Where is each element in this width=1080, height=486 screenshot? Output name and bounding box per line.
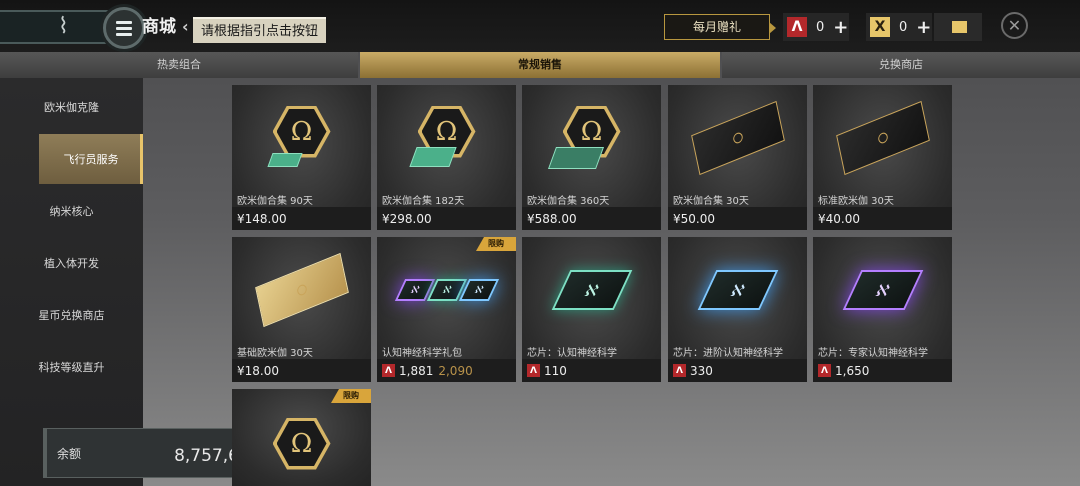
product-art: Ω [232,85,371,190]
product-name: 认知神经科学礼包 [382,348,462,359]
back-chevron-icon[interactable]: ‹ [182,17,189,36]
cash-stack-icon [409,147,457,167]
product-price: ¥18.00 [237,363,279,378]
black-card-icon [690,100,785,175]
product-art: Ω [377,85,516,190]
page-title: 商城 [142,17,176,37]
product-art: ℵ ℵ ℵ [377,237,516,342]
omega-hex-icon: Ω [272,417,331,470]
sidebar-item-nano-core[interactable]: 纳米核心 [0,186,143,236]
currency-red: Λ 0 + [783,13,849,41]
sidebar-item-starcoin-shop[interactable]: 星币兑换商店 [0,290,143,340]
currency-red-icon: Λ [382,364,395,377]
menu-line-icon [116,32,132,36]
product-card[interactable]: 基础欧米伽 30天 ¥18.00 [232,237,371,382]
currency-red-icon: Λ [527,364,540,377]
product-card[interactable]: 标准欧米伽 30天 ¥40.00 [813,85,952,230]
add-currency-gold-button[interactable]: + [916,17,931,38]
product-price: ¥50.00 [673,211,715,226]
product-art [232,237,371,342]
product-name: 芯片：进阶认知神经科学 [673,348,783,359]
tab-regular-sale[interactable]: 常规销售 [360,52,720,78]
monthly-gift-button[interactable]: 每月赠礼 [664,14,776,40]
product-card[interactable]: Ω 欧米伽合集 182天 ¥298.00 [377,85,516,230]
currency-red-icon: Λ [787,17,807,37]
product-name: 标准欧米伽 30天 [818,196,894,207]
balance-label: 余额 [57,446,82,461]
product-card[interactable]: 欧米伽合集 30天 ¥50.00 [668,85,807,230]
menu-line-icon [116,26,132,30]
product-art: ℵ [668,237,807,342]
product-name: 欧米伽合集 182天 [382,196,465,207]
product-card[interactable]: 限购 Ω [232,389,371,486]
product-old-price: 2,090 [438,363,473,378]
tab-hot-bundles[interactable]: 热卖组合 [0,52,358,78]
tab-exchange-shop[interactable]: 兑换商店 [722,52,1080,78]
product-name: 欧米伽合集 360天 [527,196,610,207]
menu-button[interactable] [103,7,145,49]
product-name: 芯片：专家认知神经科学 [818,348,928,359]
cash-icon [267,153,303,167]
ticket-icon [949,21,967,33]
product-name: 欧米伽合集 30天 [673,196,749,207]
product-name: 欧米伽合集 90天 [237,196,313,207]
app-logo: ⌇ [0,10,118,44]
product-name: 芯片：认知神经科学 [527,348,617,359]
product-price: ¥588.00 [527,211,577,226]
product-card[interactable]: ℵ 芯片：专家认知神经科学 Λ 1,650 [813,237,952,382]
product-card[interactable]: ℵ 芯片：进阶认知神经科学 Λ 330 [668,237,807,382]
currency-red-icon: Λ [818,364,831,377]
sidebar-item-pilot-service[interactable]: 飞行员服务 [39,134,143,184]
currency-gold-icon: X [870,17,890,37]
cash-box-icon [547,147,605,169]
black-card-icon [835,100,930,175]
chip-icon: ℵ [842,269,923,310]
product-card[interactable]: Ω 欧米伽合集 360天 ¥588.00 [522,85,661,230]
omega-hex-icon: Ω [272,105,331,158]
product-art: Ω [522,85,661,190]
product-art: ℵ [522,237,661,342]
chip-icon: ℵ [551,269,632,310]
currency-red-icon: Λ [673,364,686,377]
product-card[interactable]: Ω 欧米伽合集 90天 ¥148.00 [232,85,371,230]
product-name: 基础欧米伽 30天 [237,348,313,359]
product-price: ¥40.00 [818,211,860,226]
top-bar: ⌇ 商城 ‹ 请根据指引点击按钮 每月赠礼 Λ 0 + X 0 + ✕ [0,0,1080,52]
product-price: 110 [544,363,567,378]
ticket-button[interactable] [934,13,982,41]
currency-gold-value: 0 [899,19,908,35]
menu-line-icon [116,20,132,24]
product-art [668,85,807,190]
product-card[interactable]: 限购 ℵ ℵ ℵ 认知神经科学礼包 Λ 1,881 2,090 [377,237,516,382]
product-price: 1,881 [399,363,434,378]
product-art: ℵ [813,237,952,342]
sidebar: 欧米伽克隆 飞行员服务 纳米核心 植入体开发 星币兑换商店 科技等级直升 [0,78,143,486]
product-art [813,85,952,190]
currency-red-value: 0 [816,19,825,35]
currency-gold: X 0 + [866,13,932,41]
add-currency-red-button[interactable]: + [833,17,848,38]
guide-hint: 请根据指引点击按钮 [193,17,327,43]
product-price: 1,650 [835,363,870,378]
product-price: ¥148.00 [237,211,287,226]
product-price: ¥298.00 [382,211,432,226]
product-card[interactable]: ℵ 芯片：认知神经科学 Λ 110 [522,237,661,382]
sidebar-item-implant-dev[interactable]: 植入体开发 [0,238,143,288]
sidebar-item-omega-clone[interactable]: 欧米伽克隆 [0,82,143,132]
category-tabs: 热卖组合 常规销售 兑换商店 [0,52,1080,78]
dna-icon: ⌇ [58,14,69,39]
gold-card-icon [254,252,349,327]
product-art: Ω [232,397,371,486]
product-price: 330 [690,363,713,378]
close-button[interactable]: ✕ [1001,12,1028,39]
chip-icon: ℵ [697,269,778,310]
chip-bundle-icon: ℵ ℵ ℵ [394,278,499,301]
sidebar-item-tech-boost[interactable]: 科技等级直升 [0,342,143,392]
